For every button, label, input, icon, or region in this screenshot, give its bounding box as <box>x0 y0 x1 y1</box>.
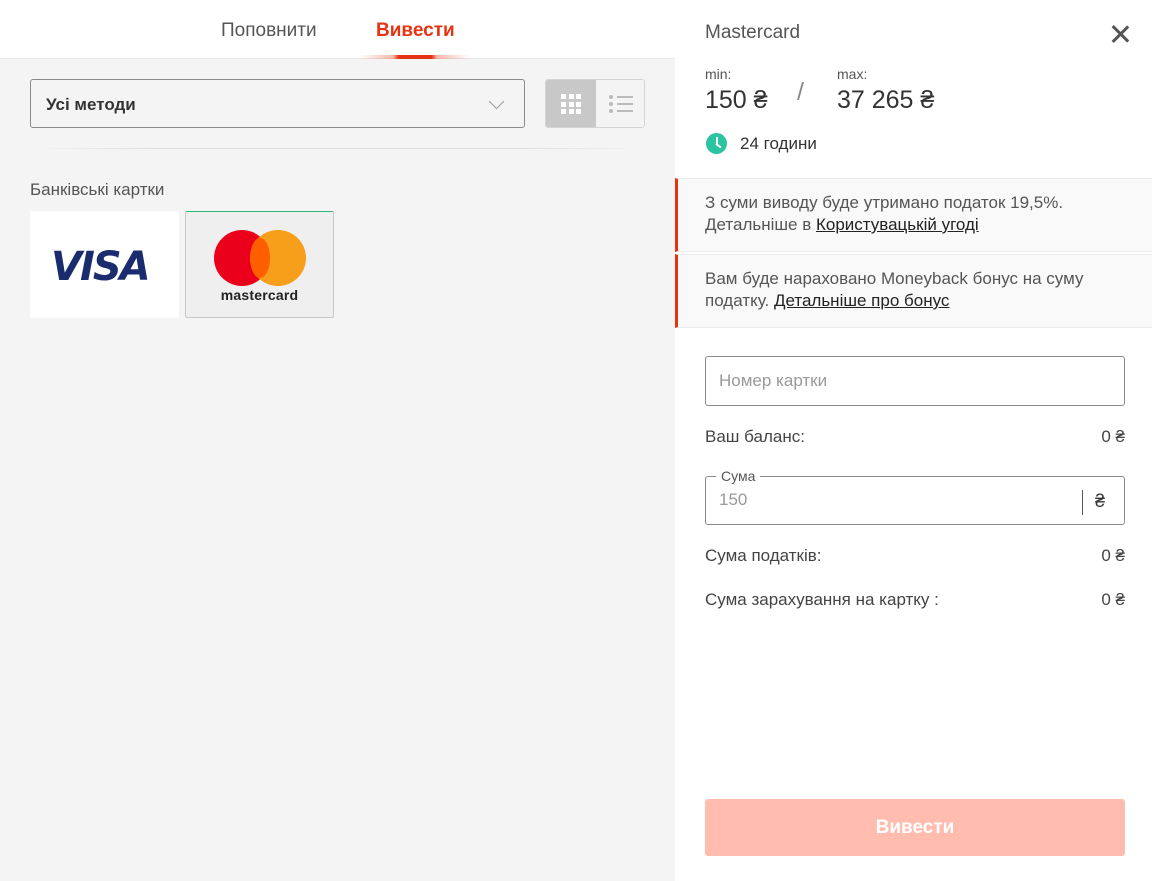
tab-withdraw[interactable]: Вивести <box>376 20 455 42</box>
balance-label: Ваш баланс: <box>705 427 805 446</box>
clock-icon <box>706 133 727 154</box>
section-title-bank-cards: Банківські картки <box>30 180 165 199</box>
tax-sum-label: Сума податків: <box>705 546 822 565</box>
moneyback-notice: Вам буде нараховано Moneyback бонус на с… <box>675 254 1152 328</box>
min-value: 150 ₴ <box>705 86 768 114</box>
method-filter-value: Усі методи <box>46 95 136 114</box>
credit-sum-value: 0 ₴ <box>1101 590 1125 609</box>
tab-deposit[interactable]: Поповнити <box>221 20 317 42</box>
list-view-button[interactable] <box>596 80 644 127</box>
details-title: Mastercard <box>705 22 801 43</box>
tax-sum-value: 0 ₴ <box>1101 546 1125 565</box>
amount-input[interactable] <box>719 490 1059 510</box>
visa-logo: VISA <box>51 244 151 290</box>
max-value: 37 265 ₴ <box>837 86 935 114</box>
tab-bar: Поповнити Вивести <box>0 0 675 59</box>
close-icon[interactable] <box>1108 22 1132 46</box>
bonus-details-link[interactable]: Детальніше про бонус <box>774 291 949 310</box>
withdraw-details-panel: Mastercard min: 150 ₴ / max: 37 265 ₴ 24… <box>675 0 1152 881</box>
payment-method-mastercard[interactable]: mastercard <box>185 211 334 318</box>
mastercard-logo-icon <box>214 230 306 286</box>
grid-icon <box>561 94 581 114</box>
amount-label: Сума <box>716 468 761 484</box>
amount-field: Сума ₴ <box>705 468 1125 525</box>
max-label: max: <box>837 66 868 82</box>
user-agreement-link[interactable]: Користувацькій угоді <box>816 215 979 234</box>
payment-method-visa[interactable]: VISA <box>30 211 179 318</box>
processing-time: 24 години <box>740 134 817 153</box>
limit-separator: / <box>797 78 804 106</box>
divider <box>30 148 645 149</box>
min-label: min: <box>705 66 732 82</box>
currency-symbol: ₴ <box>1095 491 1106 511</box>
balance-value: 0 ₴ <box>1101 427 1125 446</box>
amount-divider <box>1082 490 1083 515</box>
list-icon <box>609 95 633 113</box>
methods-panel: Поповнити Вивести Усі методи Банківські … <box>0 0 675 881</box>
active-tab-indicator <box>360 55 470 59</box>
method-filter-select[interactable]: Усі методи <box>30 79 525 128</box>
credit-sum-label: Сума зарахування на картку : <box>705 590 939 609</box>
mastercard-logo-text: mastercard <box>220 287 299 303</box>
grid-view-button[interactable] <box>546 80 596 127</box>
tax-notice: З суми виводу буде утримано податок 19,5… <box>675 178 1152 252</box>
view-toggle <box>545 79 645 128</box>
chevron-down-icon <box>488 93 505 110</box>
card-number-input[interactable] <box>705 356 1125 406</box>
withdraw-submit-button[interactable]: Вивести <box>705 799 1125 856</box>
